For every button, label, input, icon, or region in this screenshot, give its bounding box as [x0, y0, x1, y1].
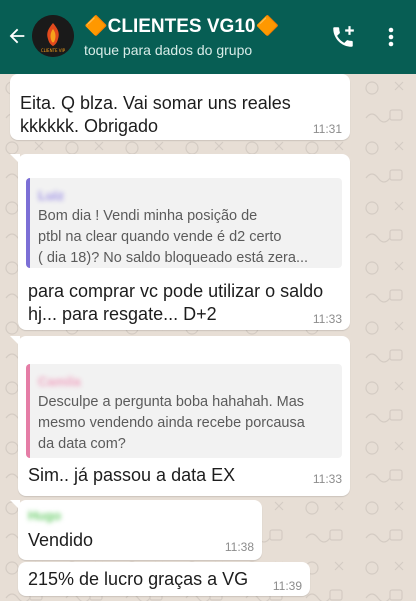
message-text: hj... para resgate... D+2 — [28, 304, 217, 324]
quote-text: Desculpe a pergunta boba hahahah. Mas me… — [38, 392, 332, 455]
message-bubble[interactable]: Luiz Bom dia ! Vendi minha posição de pt… — [10, 154, 350, 330]
message-bubble[interactable]: 215% de lucro graças a VG 11:39 — [18, 562, 310, 596]
message-text: Eita. Q blza. Vai somar uns reales — [20, 93, 291, 113]
message-bubble[interactable]: Hugo Vendido 11:38 — [10, 500, 262, 560]
back-arrow-icon[interactable] — [6, 24, 28, 48]
quote-line: mesmo vendendo ainda recebe porcausa — [38, 415, 305, 431]
quote-line: ptbl na clear quando vende é d2 certo — [38, 229, 282, 245]
group-avatar[interactable]: CLIENTE VIP — [32, 15, 74, 57]
quoted-message[interactable]: Luiz Bom dia ! Vendi minha posição de pt… — [26, 178, 342, 268]
message-text: kkkkkk. Obrigado — [20, 116, 159, 136]
quote-line: ( dia 18)? No saldo bloqueado está zera.… — [38, 250, 309, 266]
message-time: 11:33 — [312, 472, 342, 486]
quote-text: Bom dia ! Vendi minha posição de ptbl na… — [38, 206, 332, 268]
chat-header: CLIENTE VIP 🔶CLIENTES VG10🔶 toque para d… — [0, 0, 416, 74]
quote-author: Camila — [38, 374, 81, 389]
message-bubble[interactable]: Camila Desculpe a pergunta boba hahahah.… — [10, 336, 350, 496]
quote-line: Bom dia ! Vendi minha posição de — [38, 208, 258, 224]
quote-bar — [26, 178, 30, 268]
quoted-message[interactable]: Camila Desculpe a pergunta boba hahahah.… — [26, 364, 342, 458]
group-subtitle[interactable]: toque para dados do grupo — [84, 42, 252, 58]
quote-author: Luiz — [38, 188, 64, 203]
add-call-icon[interactable] — [330, 24, 356, 50]
message-time: 11:39 — [272, 579, 302, 593]
message-time: 11:38 — [224, 540, 254, 554]
quote-line: Desculpe a pergunta boba hahahah. Mas — [38, 394, 305, 410]
message-text: 215% de lucro graças a VG — [28, 569, 249, 589]
message-text: Vendido — [28, 530, 94, 550]
message-bubble[interactable]: Eita. Q blza. Vai somar uns reales kkkkk… — [10, 74, 350, 140]
group-title[interactable]: 🔶CLIENTES VG10🔶 — [84, 14, 279, 38]
more-vert-icon[interactable] — [382, 26, 400, 48]
quote-line: da data com? — [38, 436, 126, 452]
message-text: para comprar vc pode utilizar o saldo — [28, 281, 324, 301]
sender-name: Hugo — [28, 508, 62, 523]
message-time: 11:31 — [312, 122, 342, 136]
message-time: 11:33 — [312, 312, 342, 326]
svg-text:CLIENTE VIP: CLIENTE VIP — [41, 48, 66, 53]
quote-bar — [26, 364, 30, 458]
chat-area[interactable]: Eita. Q blza. Vai somar uns reales kkkkk… — [0, 74, 416, 601]
message-text: Sim.. já passou a data EX — [28, 465, 236, 485]
